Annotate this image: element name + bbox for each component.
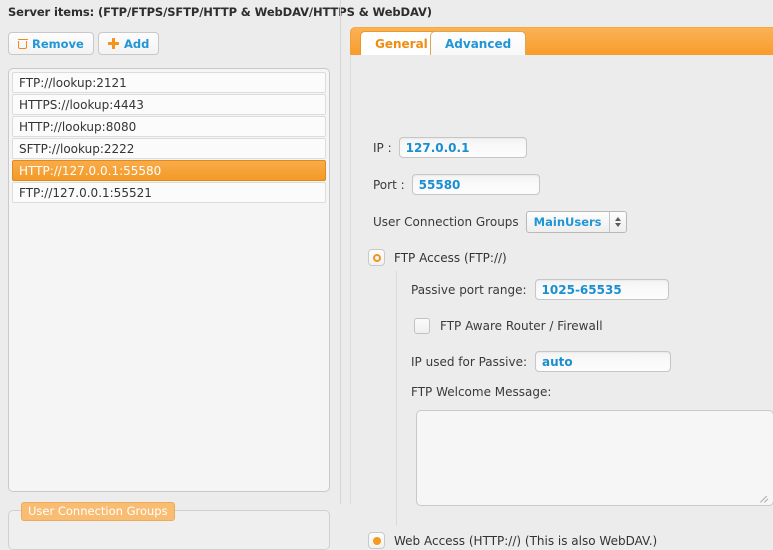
add-button[interactable]: Add: [98, 32, 160, 55]
server-list[interactable]: FTP://lookup:2121 HTTPS://lookup:4443 HTTP…: [8, 68, 330, 492]
section-rule: [396, 271, 397, 526]
ftp-aware-router-row: FTP Aware Router / Firewall: [414, 318, 603, 334]
user-connection-groups-legend[interactable]: User Connection Groups: [21, 502, 175, 521]
web-access-row: Web Access (HTTP://) (This is also WebDA…: [368, 532, 657, 549]
list-item[interactable]: HTTP://lookup:8080: [12, 116, 326, 137]
ring-dot-icon: [372, 253, 381, 262]
settings-pane: General Advanced IP : Port : User Connec…: [345, 0, 773, 549]
user-connection-groups-fieldset: User Connection Groups: [8, 502, 330, 550]
user-connection-groups-select[interactable]: MainUsers: [525, 211, 627, 233]
ip-used-for-passive-label: IP used for Passive:: [411, 354, 527, 369]
user-connection-groups-label: User Connection Groups: [373, 215, 519, 229]
port-row: Port :: [373, 174, 540, 195]
remove-button-label: Remove: [32, 36, 84, 51]
list-item[interactable]: HTTPS://lookup:4443: [12, 94, 326, 115]
add-button-label: Add: [124, 36, 150, 51]
pane-divider: [340, 0, 341, 504]
ip-used-for-passive-row: IP used for Passive:: [411, 351, 671, 372]
ftp-welcome-message-label: FTP Welcome Message:: [411, 385, 552, 399]
server-items-pane: Remove Add FTP://lookup:2121 HTTPS://look…: [0, 22, 340, 550]
list-item[interactable]: FTP://lookup:2121: [12, 72, 326, 93]
tab-bar: General Advanced: [350, 27, 773, 56]
plus-icon: [108, 38, 119, 49]
web-access-label: Web Access (HTTP://) (This is also WebDA…: [394, 533, 658, 548]
web-access-toggle[interactable]: [368, 532, 385, 549]
ftp-access-row: FTP Access (FTP://): [368, 249, 507, 266]
passive-port-range-row: Passive port range:: [411, 279, 669, 300]
ip-label: IP :: [373, 140, 392, 155]
ftp-welcome-message-row: FTP Welcome Message:: [411, 385, 551, 399]
stepper-arrows-icon: [608, 212, 626, 232]
user-connection-groups-select-value: MainUsers: [533, 215, 602, 229]
ftp-aware-router-label: FTP Aware Router / Firewall: [440, 319, 603, 333]
ftp-aware-router-checkbox[interactable]: [414, 318, 430, 334]
ip-used-for-passive-input[interactable]: [535, 351, 671, 372]
trash-icon: [17, 38, 28, 49]
ftp-access-label: FTP Access (FTP://): [394, 250, 507, 265]
ftp-welcome-message-textarea[interactable]: [416, 410, 773, 506]
remove-button[interactable]: Remove: [8, 32, 94, 55]
ip-row: IP :: [373, 137, 527, 158]
list-item[interactable]: HTTP://127.0.0.1:55580: [12, 160, 326, 181]
general-tab-panel: IP : Port : User Connection Groups MainU…: [350, 55, 773, 549]
tab-advanced[interactable]: Advanced: [430, 31, 527, 56]
list-item[interactable]: SFTP://lookup:2222: [12, 138, 326, 159]
tab-general-label: General: [375, 37, 428, 51]
user-connection-groups-row: User Connection Groups MainUsers: [373, 211, 627, 233]
tab-advanced-label: Advanced: [445, 37, 512, 51]
port-label: Port :: [373, 177, 405, 192]
port-input[interactable]: [411, 174, 540, 195]
ftp-access-toggle[interactable]: [368, 249, 385, 266]
list-item[interactable]: FTP://127.0.0.1:55521: [12, 182, 326, 203]
passive-port-range-label: Passive port range:: [411, 282, 527, 297]
filled-dot-icon: [372, 536, 381, 545]
passive-port-range-input[interactable]: [534, 279, 669, 300]
ip-input[interactable]: [398, 137, 527, 158]
